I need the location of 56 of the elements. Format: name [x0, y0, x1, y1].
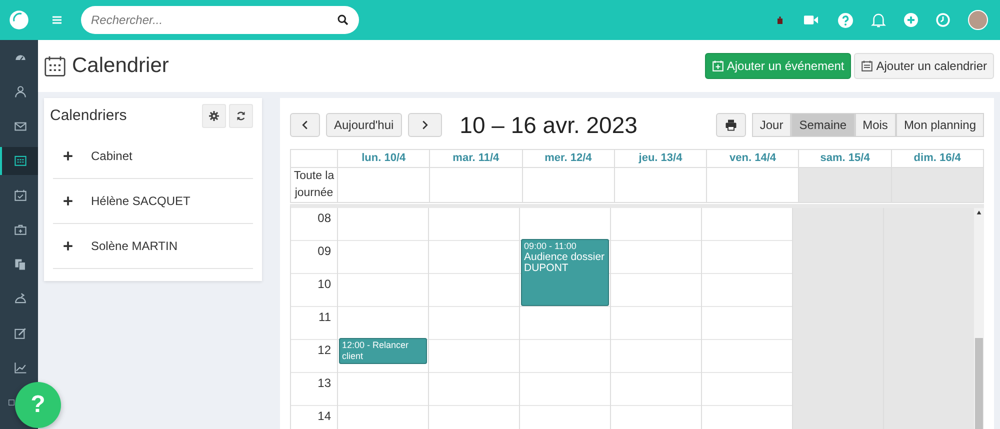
logo-icon	[9, 10, 29, 30]
settings-button[interactable]	[202, 104, 226, 128]
add-calendar-button[interactable]: Ajouter un calendrier	[854, 53, 994, 79]
briefcase-icon	[14, 223, 26, 236]
view-tab[interactable]: Mois	[854, 113, 896, 138]
calendar-list-item[interactable]: Cabinet	[53, 134, 253, 179]
day-header: lun. 10/4	[337, 150, 430, 166]
sidebar-item[interactable]	[0, 146, 38, 174]
calendar-list-item[interactable]: Hélène SACQUET	[53, 179, 253, 224]
line-chart-icon	[14, 361, 26, 374]
previous-button[interactable]	[290, 113, 320, 138]
panel-title: Calendriers	[50, 106, 127, 126]
calendar-icon[interactable]	[861, 60, 874, 72]
today-button[interactable]: Aujourd'hui	[326, 113, 402, 138]
refresh-button[interactable]	[229, 104, 253, 128]
search-field[interactable]: Rechercher...	[81, 6, 359, 34]
page-title: Calendrier	[72, 53, 169, 80]
calendar-icon	[14, 154, 26, 167]
search-icon[interactable]	[337, 14, 349, 26]
hour-label: 08	[291, 208, 337, 240]
calendar-plus-icon[interactable]	[712, 60, 724, 72]
person-icon	[14, 85, 26, 98]
calendar-check-icon	[14, 188, 26, 202]
calendar-icon	[44, 55, 66, 77]
scrollbar[interactable]	[974, 208, 984, 429]
print-button[interactable]	[716, 113, 746, 138]
date-range-title: 10 – 16 avr. 2023	[460, 111, 638, 140]
hour-label: 10	[291, 272, 337, 306]
edit-icon	[14, 326, 26, 340]
chevron-left-icon	[300, 120, 310, 130]
day-header: mar. 11/4	[429, 150, 522, 166]
hour-label: 12	[291, 338, 337, 372]
hour-label: 11	[291, 306, 337, 338]
settings-icon	[209, 111, 219, 121]
scroll-up-icon[interactable]	[976, 210, 982, 214]
day-header: ven. 14/4	[706, 150, 798, 166]
hour-label: 13	[291, 372, 337, 404]
refresh-icon	[236, 111, 246, 121]
plus-icon	[63, 196, 73, 206]
day-header: mer. 12/4	[522, 150, 614, 166]
day-header: jeu. 13/4	[614, 150, 706, 166]
plus-icon	[63, 151, 73, 161]
envelope-icon	[14, 120, 26, 132]
view-tab[interactable]: Jour	[752, 113, 792, 138]
documents-icon	[14, 258, 26, 270]
chevron-right-icon	[420, 120, 430, 130]
hour-label: 14	[291, 404, 337, 429]
calendar-list-item[interactable]: Solène MARTIN	[53, 224, 253, 269]
dome-icon	[14, 292, 26, 305]
all-day-label: Toute la journée	[291, 166, 337, 202]
hour-label: 09	[291, 240, 337, 272]
view-tab[interactable]: Mon planning	[896, 113, 984, 138]
printer-icon	[724, 119, 737, 132]
plus-icon	[63, 241, 73, 251]
view-tab[interactable]: Semaine	[791, 113, 855, 138]
avatar[interactable]	[968, 10, 988, 30]
